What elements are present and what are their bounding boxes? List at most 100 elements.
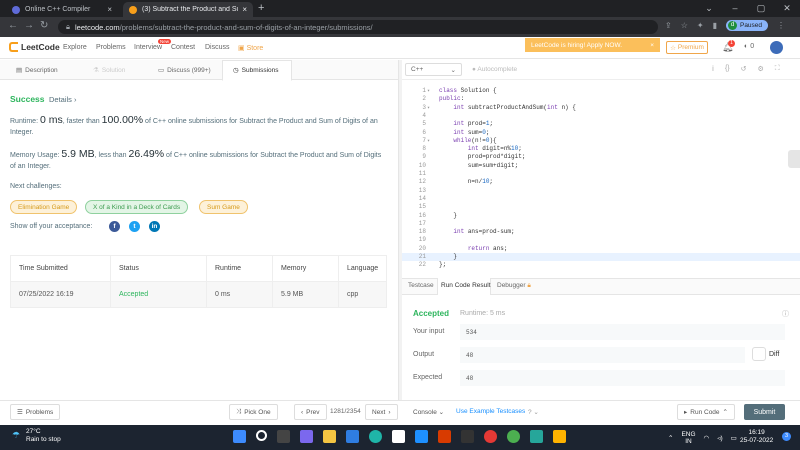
- menu-dots-icon[interactable]: ⋮: [777, 21, 785, 30]
- close-banner-icon[interactable]: ×: [650, 42, 654, 49]
- challenge-x-of-a-kind[interactable]: X of a Kind in a Deck of Cards: [85, 200, 189, 214]
- code-line[interactable]: 17: [402, 220, 800, 228]
- chrome-icon[interactable]: [507, 430, 520, 443]
- coins[interactable]: ◐ 0: [744, 43, 754, 50]
- new-tab-button[interactable]: +: [258, 2, 264, 14]
- clock[interactable]: 16:19 25-07-2022: [740, 429, 773, 445]
- sidebar-icon[interactable]: ▮: [713, 21, 717, 30]
- notification-badge[interactable]: 3: [782, 432, 791, 441]
- teams-icon[interactable]: [300, 430, 313, 443]
- fold-arrow-icon[interactable]: ▾: [427, 87, 430, 95]
- windows-start-icon[interactable]: [233, 430, 246, 443]
- code-line[interactable]: 13: [402, 187, 800, 195]
- code-editor[interactable]: 1 ▾ class Solution {2 public: 3 ▾ int subtrac…: [402, 83, 800, 278]
- code-line[interactable]: 9 prod=prod*digit;: [402, 153, 800, 161]
- language-select[interactable]: C++ ⌄: [405, 63, 462, 76]
- challenge-sum-game[interactable]: Sum Game: [199, 200, 248, 214]
- code-line[interactable]: 10 sum=sum+digit;: [402, 162, 800, 170]
- office-icon[interactable]: [438, 430, 451, 443]
- maximize-button[interactable]: ▢: [748, 0, 774, 17]
- pick-one-button[interactable]: ⤨ Pick One: [229, 404, 278, 420]
- code-line[interactable]: 5 int prod=1;: [402, 120, 800, 128]
- vlc-icon[interactable]: [553, 430, 566, 443]
- braces-icon[interactable]: {}: [725, 65, 730, 73]
- help-circle-icon[interactable]: ? ⌄: [528, 408, 539, 416]
- code-line[interactable]: 6 int sum=0;: [402, 129, 800, 137]
- nav-problems[interactable]: Problems: [96, 44, 126, 51]
- code-line[interactable]: 16 }: [402, 212, 800, 220]
- battery-icon[interactable]: ▭: [731, 434, 737, 442]
- profile-button[interactable]: d Paused: [725, 20, 769, 31]
- leetcode-logo[interactable]: LeetCode: [9, 42, 60, 52]
- mail-icon[interactable]: [346, 430, 359, 443]
- code-line[interactable]: 19: [402, 236, 800, 244]
- nav-store[interactable]: ▣ Store: [238, 44, 263, 52]
- browser-tab-leetcode[interactable]: (3) Subtract the Product and Sum ×: [123, 2, 253, 17]
- extensions-puzzle-icon[interactable]: ✦: [697, 21, 704, 30]
- code-line[interactable]: 1 ▾ class Solution {: [402, 87, 800, 95]
- url-field[interactable]: 🔒︎ leetcode.com /problems/subtract-the-p…: [58, 20, 658, 34]
- close-tab-icon[interactable]: ×: [242, 5, 247, 14]
- file-explorer-icon[interactable]: [323, 430, 336, 443]
- code-line[interactable]: 12 n=n/10;: [402, 178, 800, 186]
- dropbox-icon[interactable]: [415, 430, 428, 443]
- tab-search-icon[interactable]: ⌄: [696, 0, 722, 17]
- hiring-banner[interactable]: LeetCode is hiring! Apply NOW. ×: [525, 38, 660, 52]
- twitter-icon[interactable]: t: [129, 221, 140, 232]
- fullscreen-icon[interactable]: ⛶: [775, 65, 780, 73]
- language-indicator[interactable]: ENG IN: [681, 431, 695, 445]
- tab-debugger[interactable]: Debugger 🔒︎: [497, 282, 531, 290]
- cell-status-link[interactable]: Accepted: [110, 281, 207, 308]
- search-icon[interactable]: [256, 430, 267, 441]
- prev-button[interactable]: ‹ Prev: [294, 404, 327, 420]
- close-tab-icon[interactable]: ×: [107, 5, 112, 14]
- code-line[interactable]: 21 }: [402, 253, 800, 262]
- volume-icon[interactable]: ◃): [717, 434, 722, 442]
- diff-toggle[interactable]: Diff: [752, 347, 779, 361]
- facebook-icon[interactable]: f: [109, 221, 120, 232]
- share-icon[interactable]: ⇪: [665, 21, 672, 30]
- fold-arrow-icon[interactable]: ▾: [427, 137, 430, 145]
- info-icon[interactable]: ⅰ: [712, 65, 714, 73]
- challenge-elimination-game[interactable]: Elimination Game: [10, 200, 78, 214]
- chevron-up-icon[interactable]: ⌃: [668, 434, 673, 442]
- code-line[interactable]: 8 int digit=n%10;: [402, 145, 800, 153]
- amazon-icon[interactable]: [392, 430, 405, 443]
- linkedin-icon[interactable]: in: [149, 221, 160, 232]
- nav-explore[interactable]: Explore: [63, 44, 87, 51]
- code-line[interactable]: 4: [402, 112, 800, 120]
- forward-arrow-icon[interactable]: →: [24, 20, 34, 31]
- code-line[interactable]: 18 int ans=prod-sum;: [402, 228, 800, 236]
- autocomplete-toggle[interactable]: ● Autocomplete: [472, 66, 517, 73]
- console-toggle[interactable]: Console ⌄: [413, 408, 444, 416]
- code-line[interactable]: 14: [402, 195, 800, 203]
- task-view-icon[interactable]: [277, 430, 290, 443]
- nav-discuss[interactable]: Discuss: [205, 44, 230, 51]
- close-window-button[interactable]: ✕: [774, 0, 800, 17]
- next-button[interactable]: Next ›: [365, 404, 398, 420]
- code-line[interactable]: 15: [402, 203, 800, 211]
- settings-gear-icon[interactable]: ⚙: [758, 65, 764, 73]
- problems-button[interactable]: ☰ Problems: [10, 404, 61, 420]
- info-circle-icon[interactable]: ⓘ: [782, 309, 789, 319]
- code-line[interactable]: 3 ▾ int subtractProductAndSum(int n) {: [402, 104, 800, 112]
- wifi-icon[interactable]: ◠: [704, 434, 710, 442]
- run-code-button[interactable]: ▸ Run Code ⌃: [677, 404, 735, 420]
- tab-description[interactable]: ▤ Description: [16, 66, 58, 75]
- minimize-button[interactable]: –: [722, 0, 748, 17]
- reload-icon[interactable]: ↻: [40, 20, 48, 31]
- edge-icon[interactable]: [369, 430, 382, 443]
- use-example-testcases-link[interactable]: Use Example Testcases: [456, 408, 525, 415]
- tab-solution[interactable]: ⚗︎ Solution: [93, 66, 125, 75]
- side-panel-handle[interactable]: [788, 150, 800, 168]
- code-line[interactable]: 7 ▾ while(n!=0){: [402, 137, 800, 145]
- tab-submissions[interactable]: ◷ Submissions: [233, 66, 279, 75]
- tab-testcase[interactable]: Testcase: [408, 282, 434, 289]
- code-line[interactable]: 11: [402, 170, 800, 178]
- nav-interview[interactable]: Interview: [134, 44, 162, 51]
- submit-button[interactable]: Submit: [744, 404, 785, 420]
- reset-icon[interactable]: ↺: [741, 65, 747, 73]
- opera-icon[interactable]: [484, 430, 497, 443]
- bookmark-star-icon[interactable]: ☆: [681, 21, 688, 30]
- code-line[interactable]: 22};: [402, 261, 800, 269]
